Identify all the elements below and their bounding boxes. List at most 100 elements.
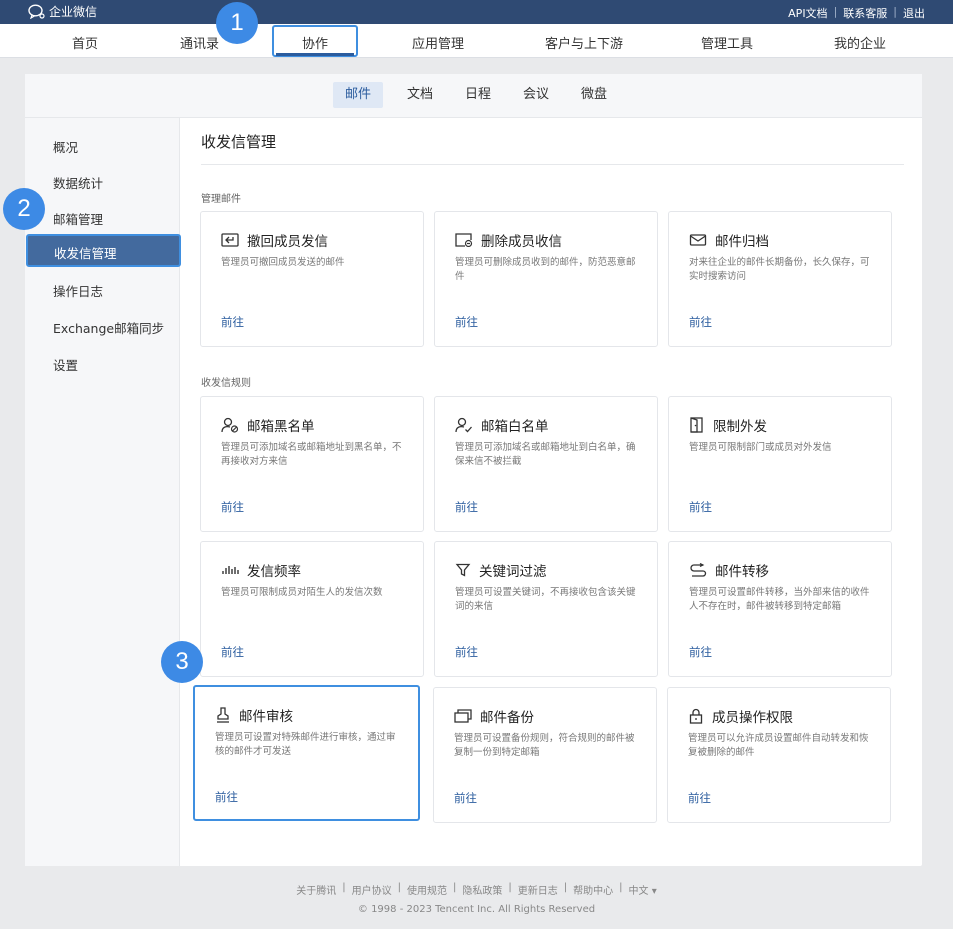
language-selector[interactable]: 中文 ▾ [629, 882, 657, 897]
tab-calendar[interactable]: 日程 [453, 82, 503, 108]
card-description: 对来往企业的邮件长期备份，长久保存，可实时搜索访问 [689, 257, 870, 282]
sidebar-item-overview[interactable]: 概况 [53, 137, 78, 156]
nav-collaboration[interactable]: 协作 [302, 33, 328, 52]
whitelist-user-icon [455, 417, 472, 433]
go-link[interactable]: 前往 [688, 790, 711, 806]
divider: | [342, 882, 346, 893]
card-description: 管理员可设置邮件转移，当外部来信的收件人不存在时，邮件被转移到特定邮箱 [689, 587, 870, 612]
footer-link-about[interactable]: 关于腾讯 [296, 882, 336, 897]
top-bar: 企业微信 API文档 | 联系客服 | 退出 [0, 0, 953, 24]
go-link[interactable]: 前往 [689, 314, 712, 330]
card-mail-whitelist[interactable]: 邮箱白名单 管理员可添加域名或邮箱地址到白名单，确保来信不被拦截 前往 [434, 396, 658, 532]
footer-link-changelog[interactable]: 更新日志 [518, 882, 558, 897]
card-recall-member-mail[interactable]: 撤回成员发信 管理员可撤回成员发送的邮件 前往 [200, 211, 424, 347]
card-mail-archive[interactable]: 邮件归档 对来往企业的邮件长期备份，长久保存，可实时搜索访问 前往 [668, 211, 892, 347]
divider: | [833, 5, 838, 18]
nav-customers-partners[interactable]: 客户与上下游 [545, 33, 623, 52]
step-badge: 3 [161, 641, 203, 683]
footer-link-user-agreement[interactable]: 用户协议 [352, 882, 392, 897]
tab-mail[interactable]: 邮件 [333, 82, 384, 108]
app-logo[interactable]: 企业微信 [28, 3, 97, 20]
go-link[interactable]: 前往 [455, 314, 478, 330]
card-description: 管理员可删除成员收到的邮件，防范恶意邮件 [455, 257, 636, 282]
card-description: 管理员可撤回成员发送的邮件 [221, 257, 345, 268]
go-link[interactable]: 前往 [689, 644, 712, 660]
go-link[interactable]: 前往 [221, 499, 244, 515]
recall-mail-icon [221, 233, 239, 247]
api-docs-link[interactable]: API文档 [788, 5, 827, 21]
tab-meeting[interactable]: 会议 [511, 82, 561, 108]
footer: 关于腾讯 | 用户协议 | 使用规范 | 隐私政策 | 更新日志 | 帮助中心 | 中文 ▾… [0, 882, 953, 915]
logout-link[interactable]: 退出 [903, 5, 925, 21]
card-mail-blacklist[interactable]: 邮箱黑名单 管理员可添加域名或邮箱地址到黑名单，不再接收对方来信 前往 [200, 396, 424, 532]
sidebar-item-exchange-sync[interactable]: Exchange邮箱同步 [53, 318, 164, 337]
go-link[interactable]: 前往 [455, 644, 478, 660]
nav-my-company[interactable]: 我的企业 [834, 33, 886, 52]
card-title: 邮件审核 [239, 709, 293, 725]
nav-contacts[interactable]: 通讯录 [180, 33, 219, 52]
divider: | [397, 882, 402, 893]
go-link[interactable]: 前往 [689, 499, 712, 515]
card-description: 管理员可添加域名或邮箱地址到黑名单，不再接收对方来信 [221, 442, 402, 467]
divider: | [508, 882, 512, 893]
footer-link-usage-rules[interactable]: 使用规范 [407, 882, 447, 897]
footer-link-privacy[interactable]: 隐私政策 [462, 882, 502, 897]
sidebar-item-settings[interactable]: 设置 [53, 355, 78, 374]
section-label-rules: 收发信规则 [201, 378, 251, 389]
card-keyword-filter[interactable]: 关键词过滤 管理员可设置关键词，不再接收包含该关键词的来信 前往 [434, 541, 658, 677]
sidebar-item-label: 收发信管理 [54, 246, 117, 261]
tab-drive[interactable]: 微盘 [569, 82, 619, 108]
nav-app-management[interactable]: 应用管理 [412, 33, 464, 52]
active-nav-underline [276, 53, 354, 56]
card-title: 限制外发 [713, 419, 767, 435]
card-title: 撤回成员发信 [247, 234, 328, 250]
divider: | [453, 882, 457, 893]
go-link[interactable]: 前往 [221, 314, 244, 330]
sidebar-item-send-receive-management[interactable]: 收发信管理 [26, 234, 181, 267]
card-member-permissions[interactable]: 成员操作权限 管理员可以允许成员设置邮件自动转发和恢复被删除的邮件 前往 [667, 687, 891, 823]
page-title: 收发信管理 [201, 133, 277, 151]
footer-link-help[interactable]: 帮助中心 [573, 882, 613, 897]
card-description: 管理员可设置备份规则，符合规则的邮件被复制一份到特定邮箱 [454, 733, 635, 758]
forward-mail-icon [690, 563, 707, 577]
tab-docs[interactable]: 文档 [395, 82, 445, 108]
blacklist-user-icon [221, 417, 239, 433]
sub-tabs: 邮件 文档 日程 会议 微盘 [25, 74, 922, 118]
section-label-manage-mail: 管理邮件 [201, 194, 241, 205]
content-panel: 邮件 文档 日程 会议 微盘 概况 数据统计 邮箱管理 收发信管理 操作日志 E… [25, 74, 922, 866]
card-title: 邮件转移 [715, 564, 769, 580]
sidebar: 概况 数据统计 邮箱管理 收发信管理 操作日志 Exchange邮箱同步 设置 [25, 118, 181, 866]
nav-home[interactable]: 首页 [72, 33, 98, 52]
card-description: 管理员可以允许成员设置邮件自动转发和恢复被删除的邮件 [688, 733, 869, 758]
frequency-bars-icon [222, 566, 239, 574]
card-description: 管理员可设置对特殊邮件进行审核，通过审核的邮件才可发送 [215, 732, 396, 757]
card-mail-transfer[interactable]: 邮件转移 管理员可设置邮件转移，当外部来信的收件人不存在时，邮件被转移到特定邮箱… [668, 541, 892, 677]
card-title: 邮箱黑名单 [247, 419, 315, 435]
card-send-frequency[interactable]: 发信频率 管理员可限制成员对陌生人的发信次数 前往 [200, 541, 424, 677]
sidebar-item-operation-log[interactable]: 操作日志 [53, 281, 103, 300]
card-description: 管理员可添加域名或邮箱地址到白名单，确保来信不被拦截 [455, 442, 636, 467]
backup-copy-icon [454, 709, 472, 723]
door-exit-icon [690, 417, 703, 433]
card-mail-backup[interactable]: 邮件备份 管理员可设置备份规则，符合规则的邮件被复制一份到特定邮箱 前往 [433, 687, 657, 823]
card-title: 发信频率 [247, 564, 301, 580]
card-mail-review[interactable]: 邮件审核 管理员可设置对特殊邮件进行审核，通过审核的邮件才可发送 前往 [193, 685, 420, 821]
card-restrict-outbound[interactable]: 限制外发 管理员可限制部门或成员对外发信 前往 [668, 396, 892, 532]
stamp-review-icon [217, 707, 229, 723]
go-link[interactable]: 前往 [454, 790, 477, 806]
card-description: 管理员可限制成员对陌生人的发信次数 [221, 587, 383, 598]
go-link[interactable]: 前往 [455, 499, 478, 515]
card-delete-member-mail[interactable]: 删除成员收信 管理员可删除成员收到的邮件，防范恶意邮件 前往 [434, 211, 658, 347]
step-badge: 1 [216, 2, 258, 44]
go-link[interactable]: 前往 [215, 789, 238, 805]
divider: | [563, 882, 568, 893]
sidebar-item-statistics[interactable]: 数据统计 [53, 173, 103, 192]
delete-mail-icon [455, 233, 473, 247]
card-title: 邮件备份 [480, 710, 534, 726]
divider: | [619, 882, 623, 893]
nav-management-tools[interactable]: 管理工具 [701, 33, 753, 52]
contact-support-link[interactable]: 联系客服 [843, 5, 887, 21]
top-links: API文档 | 联系客服 | 退出 [788, 5, 925, 21]
sidebar-item-mailbox-management[interactable]: 邮箱管理 [53, 209, 103, 228]
go-link[interactable]: 前往 [221, 644, 244, 660]
